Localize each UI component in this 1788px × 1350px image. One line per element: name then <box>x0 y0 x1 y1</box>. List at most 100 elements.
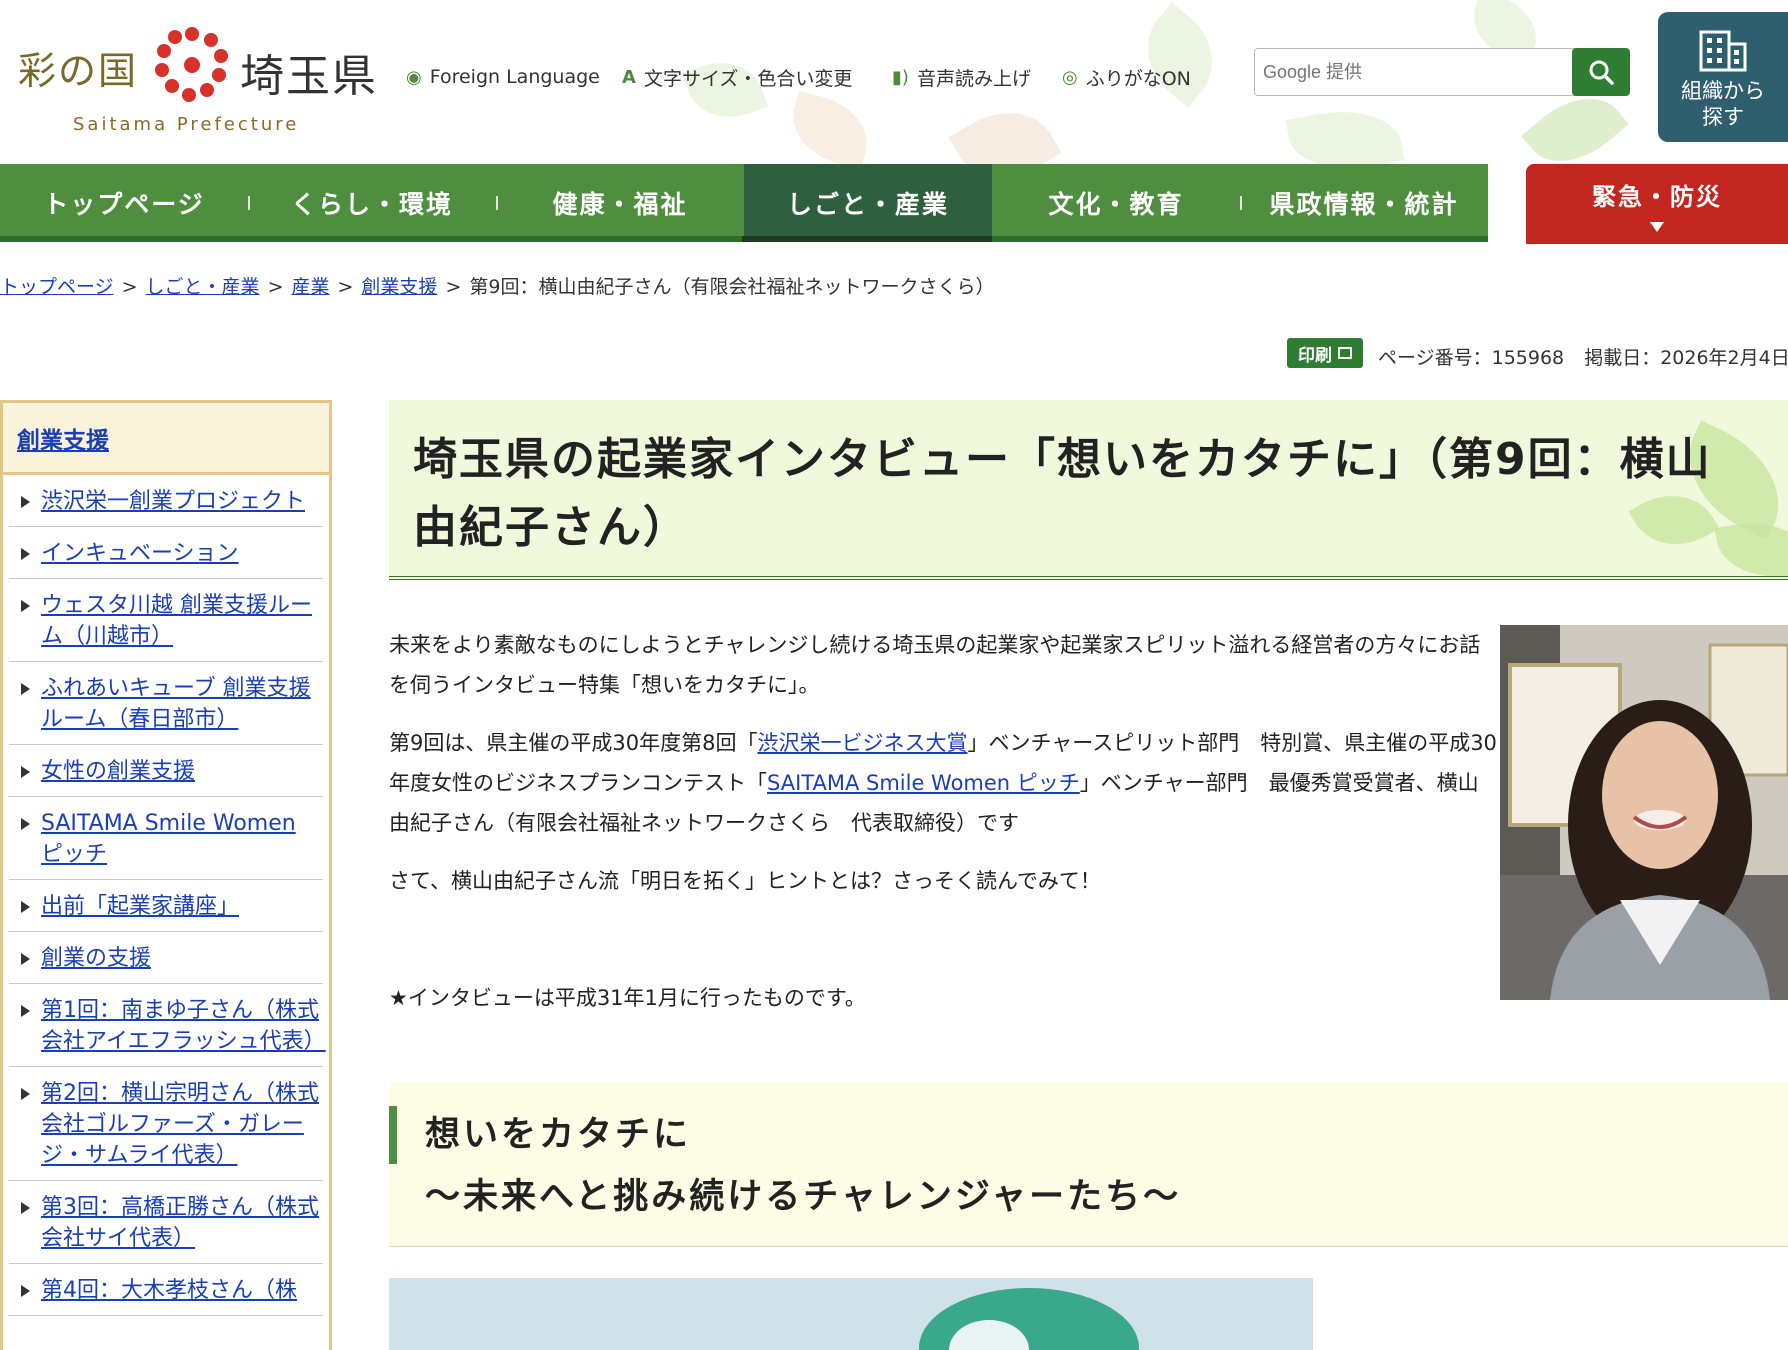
org-button-line1: 組織から <box>1681 79 1765 103</box>
hero-image <box>389 1278 1313 1350</box>
site-header: 彩の国 埼玉県 Saitama Prefecture ◉ Foreign Lan… <box>0 0 1788 164</box>
breadcrumb-link-startup[interactable]: 創業支援 <box>361 276 437 298</box>
text-size-label: 文字サイズ・色合い変更 <box>643 67 853 90</box>
smile-women-pitch-link[interactable]: SAITAMA Smile Women ピッチ <box>767 771 1080 795</box>
breadcrumb-link-industry[interactable]: 産業 <box>291 276 329 298</box>
nav-item-life[interactable]: くらし・環境 <box>248 164 496 242</box>
search-input[interactable] <box>1255 49 1589 95</box>
furigana-icon: ◎ <box>1062 66 1078 88</box>
sidebar-heading: 創業支援 <box>3 403 329 475</box>
sidebar-item-incubation: インキュベーション <box>9 527 323 579</box>
global-nav: トップページ くらし・環境 健康・福祉 しごと・産業 文化・教育 県政情報・統計 <box>0 164 1488 242</box>
decorative-leaf <box>1285 100 1405 164</box>
nav-item-top[interactable]: トップページ <box>0 164 248 242</box>
search-button[interactable] <box>1572 48 1630 96</box>
sidebar-item-fureai-cube: ふれあいキューブ 創業支援ルーム（春日部市） <box>9 662 323 745</box>
sidebar-item-link[interactable]: 渋沢栄一創業プロジェクト <box>41 489 305 514</box>
sidebar-item-westa-kawagoe: ウェスタ川越 創業支援ルーム（川越市） <box>9 579 323 662</box>
breadcrumb-separator: > <box>337 276 354 298</box>
sidebar-item-link[interactable]: 第2回：横山宗明さん（株式会社ゴルファーズ・ガレージ・サムライ代表） <box>41 1081 319 1168</box>
read-aloud-link[interactable]: ▮) 音声読み上げ <box>892 62 1031 92</box>
intro-paragraph: 未来をより素敵なものにしようとチャレンジし続ける埼玉県の起業家や起業家スピリット… <box>389 633 1481 697</box>
page-title-box: 埼玉県の起業家インタビュー「想いをカタチに」（第9回：横山由紀子さん） <box>389 400 1788 580</box>
search-box <box>1254 48 1590 96</box>
org-button-line2: 探す <box>1702 105 1744 129</box>
text-size-icon: A <box>622 66 636 88</box>
interviewee-photo <box>1500 625 1788 1000</box>
sidebar-item-link[interactable]: 出前「起業家講座」 <box>41 894 239 919</box>
nav-item-health[interactable]: 健康・福祉 <box>496 164 744 242</box>
page-title: 埼玉県の起業家インタビュー「想いをカタチに」（第9回：横山由紀子さん） <box>413 434 1712 553</box>
sidebar-list: 渋沢栄一創業プロジェクト インキュベーション ウェスタ川越 創業支援ルーム（川越… <box>3 475 329 1316</box>
site-logo[interactable]: 彩の国 埼玉県 Saitama Prefecture <box>18 22 378 142</box>
sidebar-item-interview-3: 第3回：高橋正勝さん（株式会社サイ代表） <box>9 1181 323 1264</box>
sidebar-item-link[interactable]: 第4回：大木孝枝さん（株 <box>41 1278 297 1303</box>
decorative-leaf <box>948 92 1062 164</box>
sidebar-item-link[interactable]: インキュベーション <box>41 541 239 566</box>
sidebar-item-link[interactable]: 第3回：高橋正勝さん（株式会社サイ代表） <box>41 1195 319 1251</box>
building-icon <box>1699 30 1747 72</box>
caret-down-icon <box>1650 221 1664 232</box>
breadcrumb-separator: > <box>267 276 284 298</box>
sidebar-item-smile-women-pitch: SAITAMA Smile Women ピッチ <box>9 797 323 880</box>
breadcrumb-current: 第9回：横山由紀子さん（有限会社福祉ネットワークさくら） <box>469 276 995 298</box>
emergency-label: 緊急・防災 <box>1592 182 1722 211</box>
sidebar-item-women-startup: 女性の創業支援 <box>9 745 323 797</box>
section-heading-box: 想いをカタチに ～未来へと挑み続けるチャレンジャーたち～ <box>389 1082 1788 1247</box>
org-search-button[interactable]: 組織から 探す <box>1658 12 1788 142</box>
nav-item-work[interactable]: しごと・産業 <box>744 164 992 242</box>
page-number: ページ番号：155968 <box>1378 347 1565 369</box>
text-size-link[interactable]: A 文字サイズ・色合い変更 <box>622 62 852 92</box>
interview-note: ★インタビューは平成31年1月に行ったものです。 <box>389 986 866 1010</box>
sidebar-item-link[interactable]: SAITAMA Smile Women ピッチ <box>41 811 296 867</box>
intro-paragraph: さて、横山由紀子さん流「明日を拓く」ヒントとは？さっそく読んでみて！ <box>389 869 1101 893</box>
section-heading-line2: ～未来へと挑み続けるチャレンジャーたち～ <box>425 1177 1182 1217</box>
search-icon <box>1589 60 1614 85</box>
publish-date: 掲載日：2026年2月4日 <box>1584 347 1788 369</box>
sidebar: 創業支援 渋沢栄一創業プロジェクト インキュベーション ウェスタ川越 創業支援ル… <box>0 400 332 1350</box>
sidebar-item-link[interactable]: 第1回：南まゆ子さん（株式会社アイエフラッシュ代表） <box>41 998 326 1054</box>
furigana-label: ふりがなON <box>1085 67 1191 90</box>
sidebar-item-interview-4: 第4回：大木孝枝さん（株 <box>9 1264 323 1316</box>
sidebar-item-link[interactable]: ウェスタ川越 創業支援ルーム（川越市） <box>41 593 312 649</box>
breadcrumb-link-top[interactable]: トップページ <box>0 276 114 298</box>
section-heading-line1: 想いをカタチに <box>425 1115 692 1155</box>
furigana-link[interactable]: ◎ ふりがなON <box>1062 62 1191 92</box>
section-heading: 想いをカタチに ～未来へと挑み続けるチャレンジャーたち～ <box>425 1104 1181 1228</box>
print-label: 印刷 <box>1298 345 1332 366</box>
sidebar-item-lecture: 出前「起業家講座」 <box>9 880 323 932</box>
breadcrumb-separator: > <box>121 276 138 298</box>
speaker-icon: ▮) <box>892 66 909 88</box>
globe-icon: ◉ <box>406 66 422 88</box>
sidebar-heading-link[interactable]: 創業支援 <box>17 421 109 455</box>
logo-text-left: 彩の国 <box>18 49 139 93</box>
sidebar-item-interview-1: 第1回：南まゆ子さん（株式会社アイエフラッシュ代表） <box>9 984 326 1067</box>
nav-item-culture[interactable]: 文化・教育 <box>992 164 1240 242</box>
print-window-icon <box>1338 347 1352 359</box>
page-meta: ページ番号：155968 掲載日：2026年2月4日 <box>1378 343 1788 370</box>
intro-paragraph: 第9回は、県主催の平成30年度第8回「渋沢栄一ビジネス大賞」ベンチャースピリット… <box>389 723 1499 843</box>
sidebar-item-link[interactable]: 女性の創業支援 <box>41 759 195 784</box>
sidebar-item-startup-support: 創業の支援 <box>9 932 323 984</box>
emergency-button[interactable]: 緊急・防災 <box>1526 164 1788 244</box>
intro-text: 未来をより素敵なものにしようとチャレンジし続ける埼玉県の起業家や起業家スピリット… <box>389 625 1499 919</box>
hero-illustration <box>389 1278 1313 1350</box>
sidebar-item-link[interactable]: 創業の支援 <box>41 946 151 971</box>
prefecture-emblem-icon <box>155 27 228 102</box>
foreign-language-label: Foreign Language <box>429 66 600 88</box>
breadcrumb-link-work[interactable]: しごと・産業 <box>146 276 260 298</box>
logo-text-right: 埼玉県 <box>240 51 378 102</box>
section-heading-bar <box>389 1106 397 1164</box>
breadcrumb-separator: > <box>445 276 462 298</box>
print-button[interactable]: 印刷 <box>1287 338 1363 368</box>
sidebar-item-link[interactable]: ふれあいキューブ 創業支援ルーム（春日部市） <box>41 676 311 732</box>
decorative-leaf <box>783 90 877 164</box>
sidebar-item-interview-2: 第2回：横山宗明さん（株式会社ゴルファーズ・ガレージ・サムライ代表） <box>9 1067 323 1181</box>
foreign-language-link[interactable]: ◉ Foreign Language <box>406 62 600 92</box>
read-aloud-label: 音声読み上げ <box>916 67 1031 90</box>
sidebar-item-shibusawa-project: 渋沢栄一創業プロジェクト <box>9 475 323 527</box>
portrait-image <box>1500 625 1788 1000</box>
shibusawa-award-link[interactable]: 渋沢栄一ビジネス大賞 <box>757 731 967 755</box>
nav-item-statistics[interactable]: 県政情報・統計 <box>1240 164 1488 242</box>
para2-text-a: 第9回は、県主催の平成30年度第8回「 <box>389 731 758 755</box>
